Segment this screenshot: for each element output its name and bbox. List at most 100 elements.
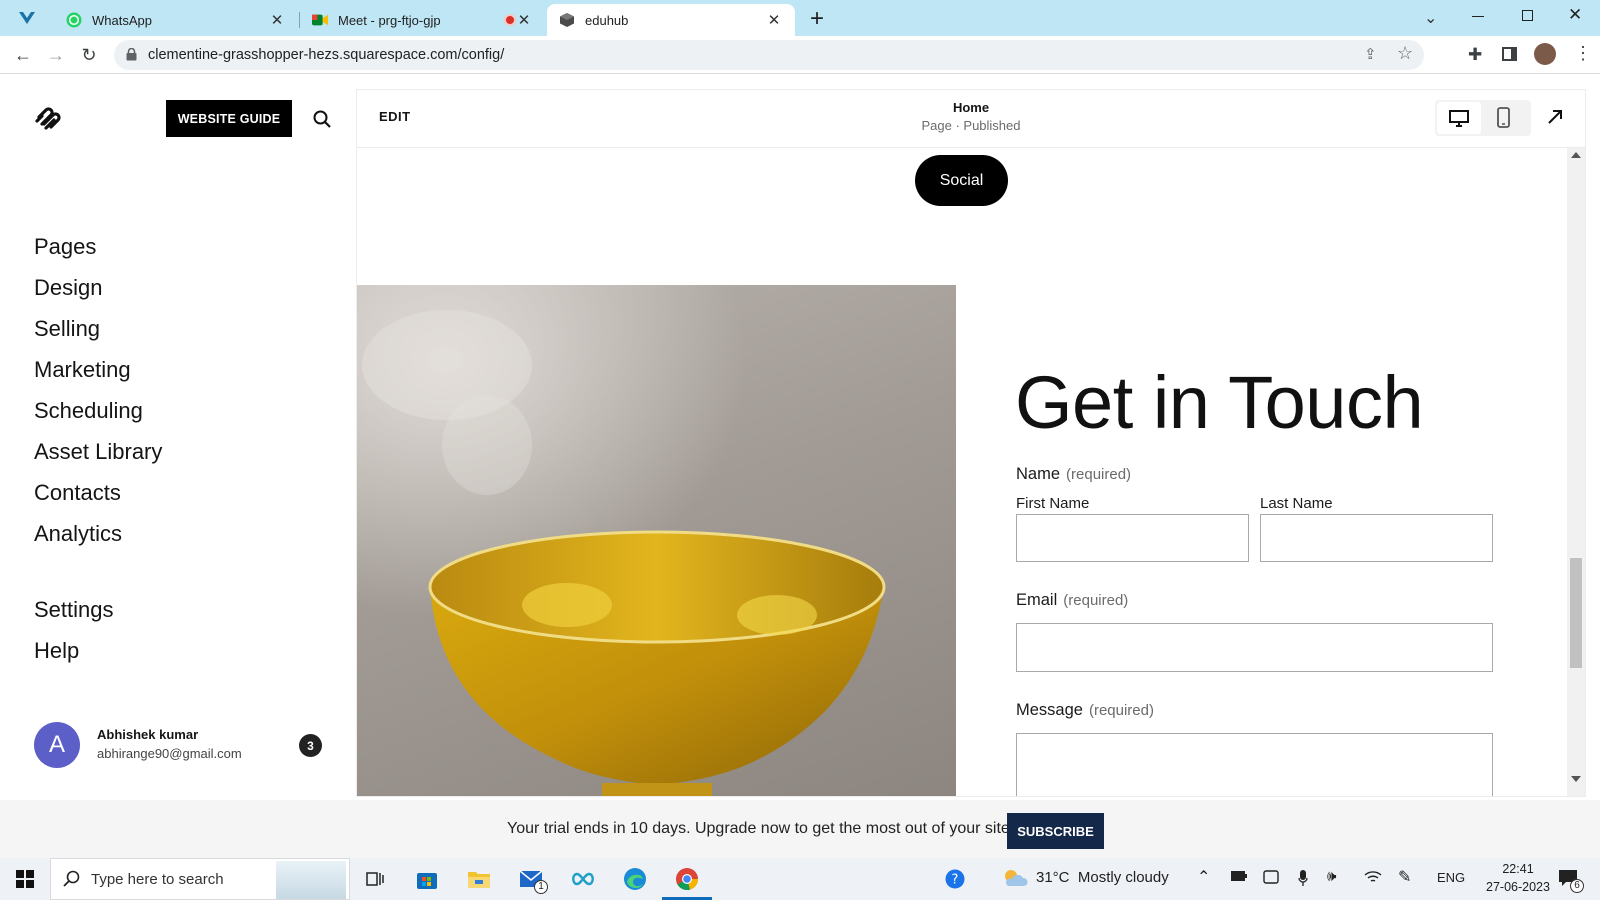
side-panel-icon[interactable] (1502, 47, 1517, 61)
task-view-icon[interactable] (362, 866, 388, 892)
lock-icon[interactable] (126, 47, 137, 66)
taskbar-search[interactable]: Type here to search (50, 858, 350, 900)
tab-meet[interactable]: Meet - prg-ftjo-gjp ✕ (300, 4, 545, 36)
help-icon[interactable]: ? (942, 866, 968, 892)
user-email: abhirange90@gmail.com (97, 746, 242, 761)
tab-search-icon[interactable] (18, 10, 38, 26)
message-field[interactable] (1016, 733, 1493, 796)
url-text[interactable]: clementine-grasshopper-hezs.squarespace.… (148, 47, 504, 63)
website-guide-button[interactable]: WEBSITE GUIDE (166, 100, 292, 137)
message-label: Message (required) (1016, 701, 1154, 720)
scroll-up-arrow-icon[interactable] (1571, 152, 1581, 158)
nav-scheduling[interactable]: Scheduling (34, 398, 143, 424)
required-note: (required) (1063, 592, 1129, 609)
volume-icon[interactable]: 🕪 (1327, 868, 1336, 885)
show-hidden-icons[interactable]: ⌃ (1197, 867, 1210, 887)
clock-time[interactable]: 22:41 (1490, 862, 1546, 876)
forward-icon[interactable]: → (45, 44, 67, 66)
nav-pages[interactable]: Pages (34, 234, 96, 260)
desktop-view-icon[interactable] (1437, 102, 1481, 134)
minimize-icon[interactable] (1472, 16, 1484, 17)
page-status: Page · Published (921, 118, 1021, 133)
required-note: (required) (1088, 702, 1154, 719)
email-label: Email (required) (1016, 591, 1128, 610)
microsoft-store-icon[interactable] (414, 866, 440, 892)
squarespace-logo-icon[interactable] (33, 104, 63, 139)
user-avatar[interactable]: A (34, 722, 80, 768)
address-bar-row: ← → ↻ clementine-grasshopper-hezs.square… (0, 36, 1600, 74)
nav-selling[interactable]: Selling (34, 316, 100, 342)
nav-contacts[interactable]: Contacts (34, 480, 121, 506)
nav-asset-library[interactable]: Asset Library (34, 439, 162, 465)
nav-settings[interactable]: Settings (34, 597, 114, 623)
close-tab-icon[interactable]: ✕ (765, 11, 783, 29)
microphone-icon[interactable] (1298, 870, 1308, 889)
close-tab-icon[interactable]: ✕ (268, 11, 286, 29)
tab-label: WhatsApp (92, 12, 152, 28)
windows-taskbar: Type here to search 1 ? 31°C Mostly clou… (0, 858, 1600, 900)
mail-icon[interactable]: 1 (518, 866, 548, 894)
trial-message: Your trial ends in 10 days. Upgrade now … (507, 820, 1015, 837)
canvas-scrollbar[interactable] (1567, 148, 1585, 796)
close-tab-icon[interactable]: ✕ (515, 11, 533, 29)
search-icon (63, 870, 80, 892)
nav-marketing[interactable]: Marketing (34, 357, 131, 383)
windows-start-icon[interactable] (16, 870, 34, 893)
search-icon[interactable] (313, 110, 331, 133)
browser-tab-strip: WhatsApp ✕ Meet - prg-ftjo-gjp ✕ eduhub … (0, 0, 1600, 36)
get-in-touch-heading: Get in Touch (1015, 361, 1424, 444)
infinity-app-icon[interactable] (570, 866, 596, 892)
page-canvas: Social Get in Touch Name (required) Firs… (357, 148, 1567, 796)
reload-icon[interactable]: ↻ (78, 44, 100, 66)
email-field[interactable] (1016, 623, 1493, 672)
new-tab-button[interactable]: + (810, 5, 824, 33)
mobile-view-icon[interactable] (1497, 107, 1510, 133)
first-name-field[interactable] (1016, 514, 1249, 562)
clock-date[interactable]: 27-06-2023 (1475, 880, 1561, 894)
whatsapp-icon (66, 12, 82, 28)
editor-panel: EDIT Home Page · Published Social Get in… (357, 90, 1585, 796)
battery-icon[interactable] (1230, 870, 1248, 885)
restore-icon[interactable] (1522, 10, 1533, 21)
chrome-icon[interactable] (674, 866, 700, 892)
profile-avatar[interactable] (1534, 43, 1556, 65)
tab-label: eduhub (585, 12, 629, 28)
tab-search-dropdown-icon[interactable]: ⌄ (1424, 8, 1437, 28)
open-external-icon[interactable] (1546, 108, 1564, 131)
nav-analytics[interactable]: Analytics (34, 521, 122, 547)
close-window-icon[interactable]: ✕ (1568, 5, 1582, 25)
name-label: Name (required) (1016, 465, 1131, 484)
notification-count: 6 (1570, 879, 1584, 893)
nav-design[interactable]: Design (34, 275, 102, 301)
nav-help[interactable]: Help (34, 638, 79, 664)
mail-badge: 1 (534, 880, 548, 894)
weather-cloud-icon[interactable] (1002, 868, 1028, 893)
extensions-icon[interactable]: ✚ (1468, 45, 1482, 65)
scroll-down-arrow-icon[interactable] (1571, 776, 1581, 782)
notification-center-icon[interactable]: 6 (1558, 869, 1584, 893)
weather-text[interactable]: 31°C Mostly cloudy (1036, 869, 1169, 886)
pen-icon[interactable]: ✎ (1398, 867, 1411, 887)
edge-browser-icon[interactable] (622, 866, 648, 892)
last-name-field[interactable] (1260, 514, 1493, 562)
notification-badge[interactable]: 3 (299, 734, 322, 757)
user-name[interactable]: Abhishek kumar (97, 727, 198, 742)
tab-eduhub[interactable]: eduhub ✕ (547, 4, 795, 36)
file-explorer-icon[interactable] (466, 866, 492, 892)
bookmark-star-icon[interactable]: ☆ (1397, 43, 1413, 64)
language-indicator[interactable]: ENG (1437, 870, 1465, 885)
wifi-icon[interactable] (1364, 870, 1382, 887)
subscribe-button[interactable]: SUBSCRIBE (1007, 813, 1104, 849)
google-meet-icon (312, 12, 328, 28)
social-button[interactable]: Social (915, 155, 1008, 206)
tab-whatsapp[interactable]: WhatsApp ✕ (54, 4, 298, 36)
omnibox[interactable]: clementine-grasshopper-hezs.squarespace.… (114, 40, 1424, 70)
browser-menu-icon[interactable]: ⋮ (1574, 43, 1592, 64)
share-icon[interactable]: ⇪ (1364, 45, 1377, 63)
golden-bowl-image (357, 285, 956, 796)
search-highlight-image (276, 861, 346, 899)
scrollbar-thumb[interactable] (1570, 558, 1582, 668)
back-icon[interactable]: ← (12, 44, 34, 66)
meet-now-icon[interactable] (1263, 870, 1279, 887)
email-label-text: Email (1016, 591, 1058, 609)
